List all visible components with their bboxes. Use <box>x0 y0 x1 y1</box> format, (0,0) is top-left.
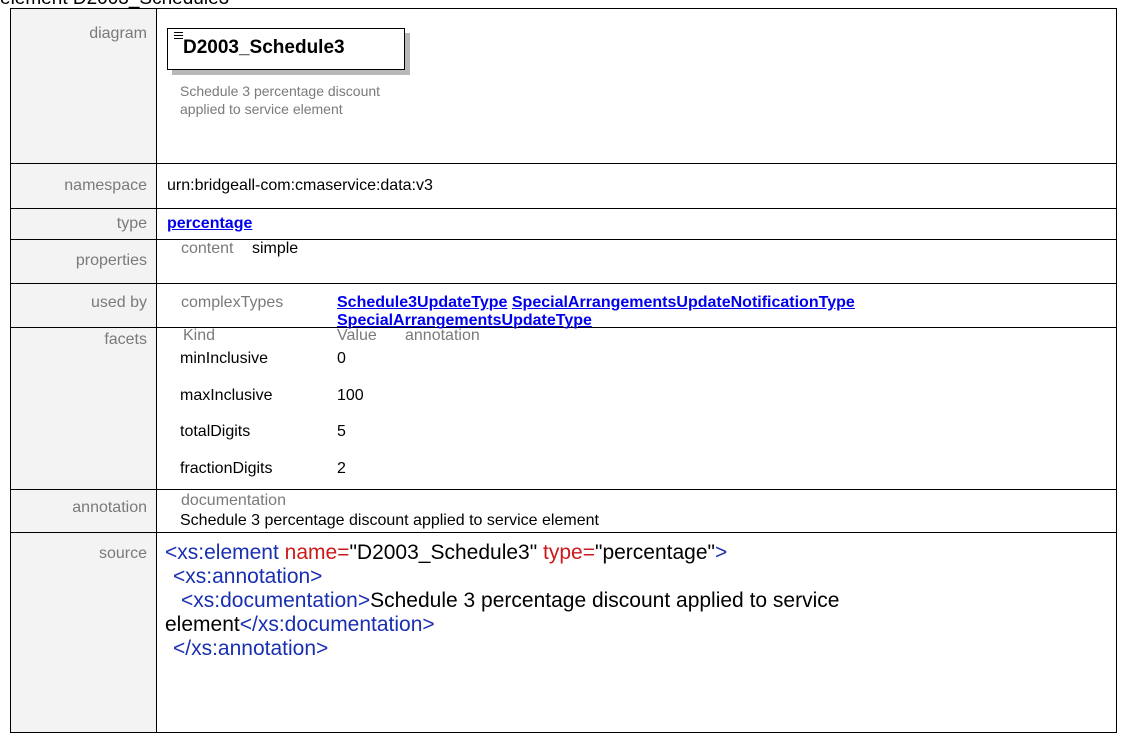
source-label: source <box>10 532 157 733</box>
annotation-text: Schedule 3 percentage discount applied t… <box>180 512 599 529</box>
source-row: source <xs:element name="D2003_Schedule3… <box>10 532 1117 733</box>
namespace-value: urn:bridgeall-com:cmaservice:data:v3 <box>156 163 1117 209</box>
used-by-link-specialarrangementsupdatenotificationtype[interactable]: SpecialArrangementsUpdateNotificationTyp… <box>512 294 855 311</box>
used-by-kind: complexTypes <box>181 294 284 311</box>
diagram-element-name: D2003_Schedule3 <box>183 37 345 58</box>
used-by-row: used by complexTypes Schedule3UpdateType… <box>10 283 1117 329</box>
properties-value: simple <box>251 240 299 257</box>
source-line-4: </xs:annotation> <box>173 637 329 660</box>
used-by-label: used by <box>10 283 157 328</box>
source-line-3b: element</xs:documentation> <box>165 613 435 636</box>
properties-label: properties <box>10 239 157 284</box>
properties-row: properties content simple <box>10 239 1117 284</box>
used-by-link-schedule3updatetype[interactable]: Schedule3UpdateType <box>337 294 507 311</box>
diagram-description: Schedule 3 percentage discount applied t… <box>180 83 381 117</box>
source-line-3: <xs:documentation>Schedule 3 percentage … <box>181 589 840 612</box>
annotation-cell: documentation Schedule 3 percentage disc… <box>156 489 1117 533</box>
facets-row: facets Kind Value annotation minInclusiv… <box>10 327 1117 490</box>
diagram-label: diagram <box>10 8 157 164</box>
used-by-cell: complexTypes Schedule3UpdateType Special… <box>156 283 1117 329</box>
type-row: type percentage <box>10 208 1117 240</box>
facets-label: facets <box>10 327 157 490</box>
type-link[interactable]: percentage <box>167 215 252 232</box>
documentation-icon <box>174 32 183 41</box>
properties-key: content <box>181 240 234 257</box>
facets-header-kind: Kind <box>183 327 216 344</box>
namespace-label: namespace <box>10 163 157 209</box>
element-doc-table: diagram namespace urn:bridgeall-com:cmas… <box>10 8 1117 733</box>
properties-cell: content simple <box>156 239 1117 284</box>
source-line-2: <xs:annotation> <box>173 565 323 588</box>
namespace-row: namespace urn:bridgeall-com:cmaservice:d… <box>10 163 1117 209</box>
annotation-label: annotation <box>10 489 157 533</box>
facets-header-value: Value <box>337 327 377 344</box>
facets-header-annotation: annotation <box>405 327 480 344</box>
type-value: percentage <box>156 208 1117 240</box>
source-line-1: <xs:element name="D2003_Schedule3" type=… <box>165 541 728 564</box>
annotation-key: documentation <box>181 492 286 509</box>
facets-cell: Kind Value annotation minInclusive 0 max… <box>156 327 1117 490</box>
annotation-row: annotation documentation Schedule 3 perc… <box>10 489 1117 533</box>
element-diagram-box[interactable]: D2003_Schedule3 <box>167 28 405 70</box>
type-label: type <box>10 208 157 240</box>
source-code: <xs:element name="D2003_Schedule3" type=… <box>156 532 1117 733</box>
